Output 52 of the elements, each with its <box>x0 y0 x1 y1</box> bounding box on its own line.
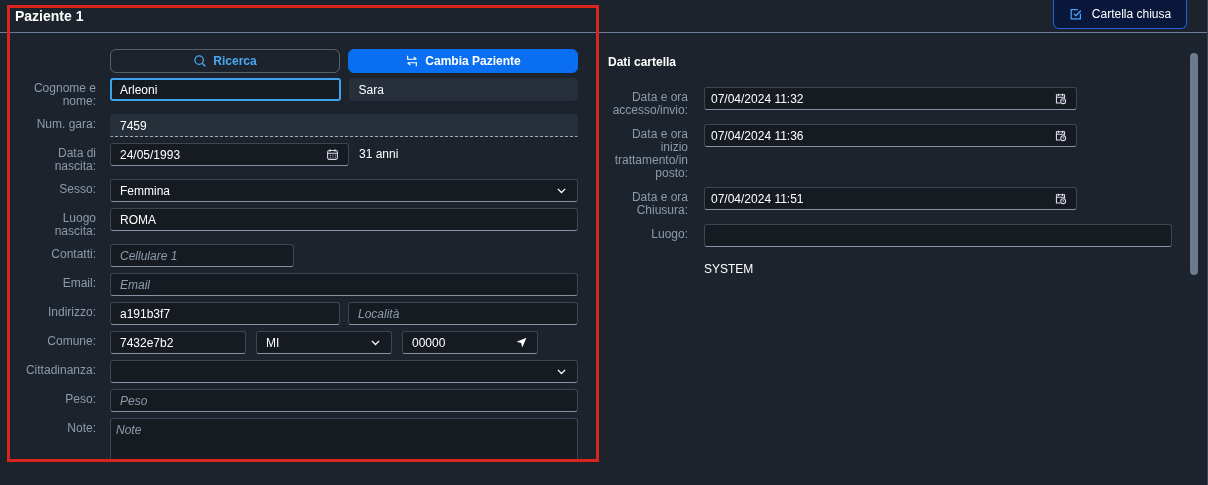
swap-arrows-icon <box>405 54 420 68</box>
user-text: SYSTEM <box>704 261 755 276</box>
field-label: Data di nascita: <box>53 145 96 173</box>
scrollbar[interactable] <box>1190 53 1198 275</box>
closed-record-button[interactable]: Cartella chiusa <box>1053 0 1187 29</box>
field-label: Cognome e nome: <box>32 80 96 108</box>
input-field[interactable]: 7459 <box>110 114 578 137</box>
field-label: Data e ora Chiusura: <box>630 189 688 217</box>
datetime-field[interactable]: 07/04/2024 11:51 <box>704 187 1077 210</box>
field-label: Luogo: <box>650 226 688 241</box>
search-icon <box>193 54 208 68</box>
calendar-icon <box>326 148 339 161</box>
input-field[interactable]: a191b3f7 <box>110 302 340 325</box>
section-title: Dati cartella <box>608 55 678 69</box>
input-field[interactable]: Arleoni <box>110 78 341 101</box>
input-field[interactable]: 7432e7b2 <box>110 331 246 354</box>
notes-field[interactable]: Note <box>110 418 578 461</box>
field-label: Comune: <box>46 333 96 348</box>
field-label: Indirizzo: <box>46 304 96 319</box>
input-field[interactable]: Email <box>110 273 578 296</box>
field-label: Contatti: <box>50 246 96 261</box>
field-label: Peso: <box>64 391 96 406</box>
dropdown-field[interactable]: MI <box>256 331 392 354</box>
age-text: 31 anni <box>358 146 400 163</box>
date-field[interactable]: 24/05/1993 <box>110 143 349 166</box>
datetime-field[interactable]: 07/04/2024 11:36 <box>704 124 1077 147</box>
dropdown-field[interactable]: Femmina <box>110 179 578 202</box>
input-field[interactable]: Località <box>348 302 578 325</box>
field-label: Note: <box>66 420 96 435</box>
input-field[interactable]: ROMA <box>110 208 578 231</box>
change-patient-button[interactable]: Cambia Paziente <box>348 49 578 73</box>
checkbox-icon <box>1068 7 1083 21</box>
calendar-clock-icon <box>1054 192 1067 205</box>
input-field[interactable] <box>704 224 1172 247</box>
field-label: Luogo nascita: <box>53 210 96 238</box>
search-button[interactable]: Ricerca <box>110 49 340 73</box>
calendar-clock-icon <box>1054 129 1067 142</box>
field-label: Email: <box>61 275 96 290</box>
calendar-clock-icon <box>1054 92 1067 105</box>
input-field[interactable]: Sara <box>348 78 578 101</box>
dropdown-field[interactable] <box>110 360 578 383</box>
field-label: Data e ora inizio trattamento/in posto: <box>613 126 688 180</box>
location-arrow-icon <box>515 336 528 349</box>
field-label: Data e ora accesso/invio: <box>611 89 688 117</box>
field-label: Cittadinanza: <box>24 362 96 377</box>
panel-title: Paziente 1 <box>15 8 84 24</box>
field-label: Sesso: <box>58 181 96 196</box>
field-label: Num. gara: <box>35 116 96 131</box>
input-field[interactable]: Peso <box>110 389 578 412</box>
input-field[interactable]: Cellulare 1 <box>110 244 294 267</box>
datetime-field[interactable]: 07/04/2024 11:32 <box>704 87 1077 110</box>
input-field[interactable]: 00000 <box>402 331 538 354</box>
